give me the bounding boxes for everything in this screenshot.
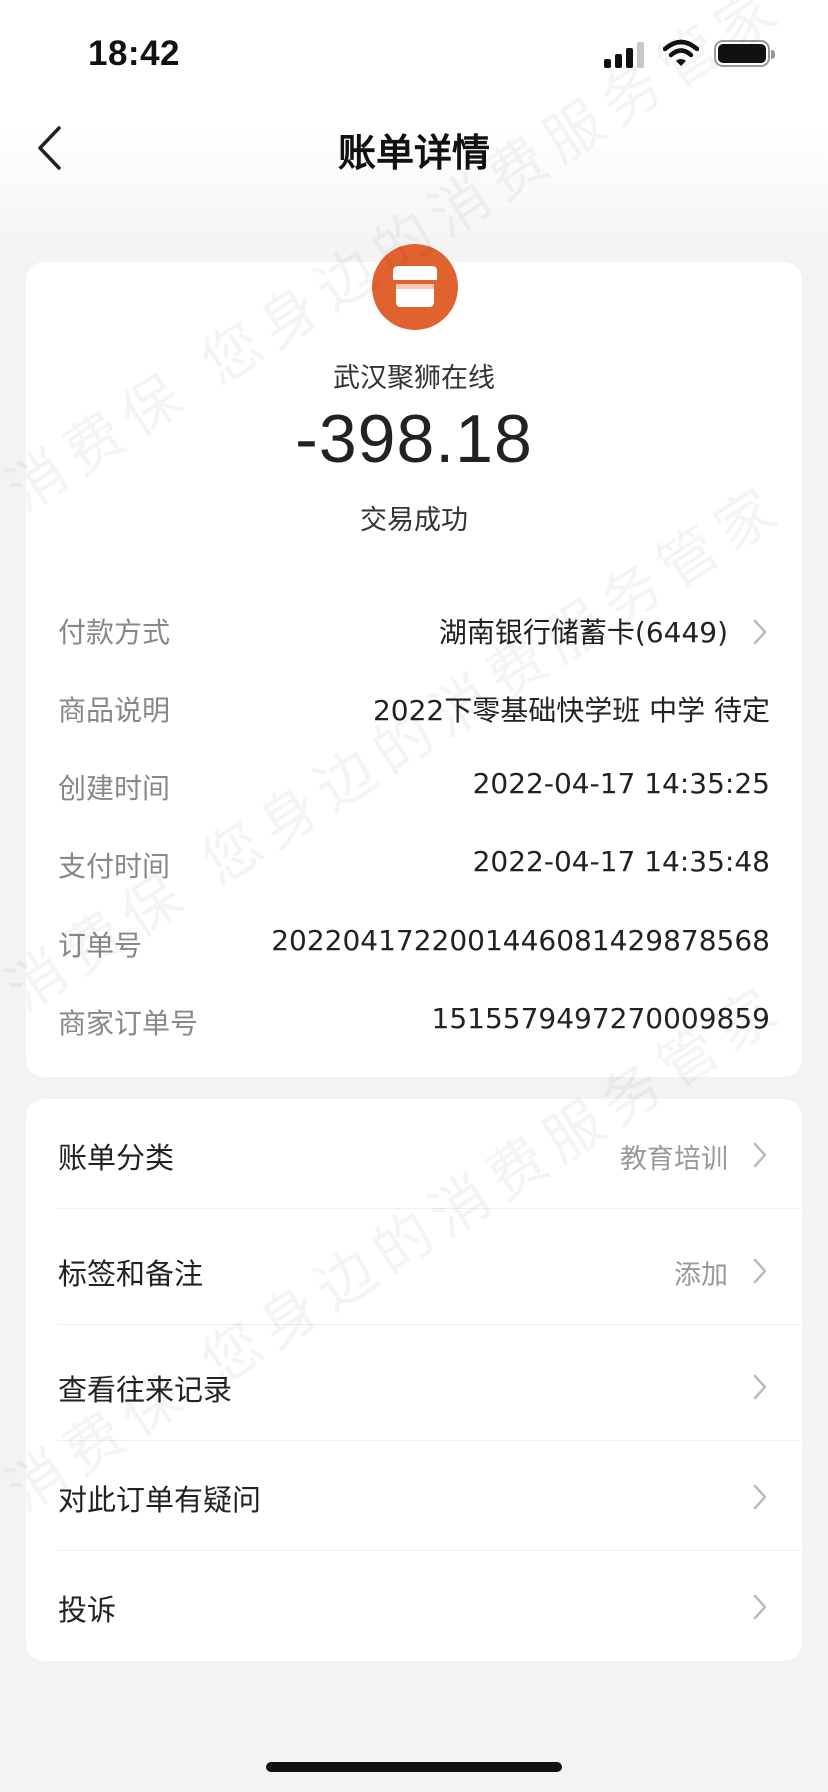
bill-category-value: 教育培训 <box>620 1144 728 1175</box>
merchant-name: 武汉聚狮在线 <box>333 363 495 394</box>
payment-method-row[interactable]: 付款方式 湖南银行储蓄卡(6449) <box>58 605 770 655</box>
complaint-row[interactable]: 投诉 <box>58 1551 802 1661</box>
chevron-right-icon <box>753 1142 767 1168</box>
merchant-store-icon <box>372 244 458 330</box>
bill-category-row[interactable]: 账单分类 教育培训 <box>58 1099 802 1209</box>
chevron-right-icon <box>753 1594 767 1620</box>
product-description-value: 2022下零基础快学班 中学 待定 <box>372 694 770 727</box>
payment-method-value: 湖南银行储蓄卡(6449) <box>438 616 728 649</box>
merchant-order-number-value: 1515579497270009859 <box>431 1002 770 1035</box>
chevron-right-icon <box>753 619 767 645</box>
action-label: 账单分类 <box>58 1141 175 1175</box>
chevron-right-icon <box>753 1374 767 1400</box>
order-number-row: 订单号 2022041722001446081429878568 <box>58 918 770 968</box>
detail-label: 商家订单号 <box>58 1007 199 1040</box>
payment-time-row: 支付时间 2022-04-17 14:35:48 <box>58 839 770 889</box>
transaction-status: 交易成功 <box>360 505 468 536</box>
home-indicator <box>266 1762 562 1772</box>
order-number-value: 2022041722001446081429878568 <box>271 924 770 957</box>
transaction-history-row[interactable]: 查看往来记录 <box>58 1331 802 1441</box>
cellular-signal-icon <box>604 42 646 68</box>
action-label: 标签和备注 <box>58 1257 204 1291</box>
action-label: 投诉 <box>58 1593 117 1627</box>
navigation-bar: 账单详情 <box>0 100 828 196</box>
detail-label: 支付时间 <box>58 850 171 883</box>
product-description-row: 商品说明 2022下零基础快学班 中学 待定 <box>58 683 770 733</box>
created-time-value: 2022-04-17 14:35:25 <box>472 767 770 800</box>
bill-detail-card: 武汉聚狮在线 -398.18 交易成功 付款方式 湖南银行储蓄卡(6449) 商… <box>26 244 802 1077</box>
wifi-icon <box>662 38 700 68</box>
detail-label: 创建时间 <box>58 772 171 805</box>
created-time-row: 创建时间 2022-04-17 14:35:25 <box>58 761 770 811</box>
detail-label: 商品说明 <box>58 694 171 727</box>
action-label: 查看往来记录 <box>58 1373 233 1407</box>
battery-icon <box>714 40 775 67</box>
status-time: 18:42 <box>88 34 181 73</box>
bill-actions-card: 账单分类 教育培训 标签和备注 添加 查看往来记录 对此订单有疑问 投诉 <box>26 1099 802 1661</box>
tags-notes-row[interactable]: 标签和备注 添加 <box>58 1215 802 1325</box>
chevron-right-icon <box>753 1484 767 1510</box>
payment-time-value: 2022-04-17 14:35:48 <box>472 845 770 878</box>
transaction-amount: -398.18 <box>295 401 533 477</box>
detail-label: 付款方式 <box>58 616 171 649</box>
page-title: 账单详情 <box>337 131 490 175</box>
order-question-row[interactable]: 对此订单有疑问 <box>58 1441 802 1551</box>
chevron-right-icon <box>753 1258 767 1284</box>
status-bar: 18:42 <box>0 0 828 100</box>
tags-notes-value: 添加 <box>674 1260 728 1291</box>
action-label: 对此订单有疑问 <box>58 1483 262 1517</box>
detail-label: 订单号 <box>58 929 143 962</box>
merchant-order-number-row: 商家订单号 1515579497270009859 <box>58 996 770 1046</box>
